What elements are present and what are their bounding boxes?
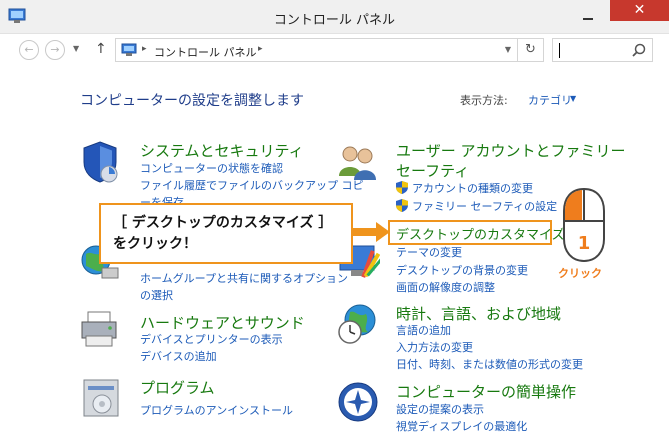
arrow-right-icon [352,222,390,242]
search-input[interactable] [552,38,653,62]
link-add-language[interactable]: 言語の追加 [396,322,451,338]
text-caret [559,43,560,58]
mouse-step-number: 1 [578,233,591,254]
category-appearance-title[interactable]: デスクトップのカスタマイズ [396,224,565,243]
view-by-label: 表示方法: [460,94,508,107]
category-programs[interactable]: プログラム [140,377,215,398]
search-icon[interactable] [632,43,646,57]
minimize-button[interactable] [575,6,601,26]
programs-icon[interactable] [80,376,124,420]
link-add-device[interactable]: デバイスの追加 [140,348,217,364]
link-file-history-backup[interactable]: ファイル履歴でファイルのバックアップ コピ [140,177,364,193]
link-change-account-type[interactable]: アカウントの種類の変更 [412,180,533,196]
link-homegroup-sharing-cont[interactable]: の選択 [140,287,173,303]
category-user-accounts[interactable]: ユーザー アカウントとファミリー [396,140,625,161]
navigation-bar: ← → ▼ ↑ ▸ コントロール パネル ▸ ▼ ↻ [0,34,669,66]
up-button[interactable]: ↑ [95,41,107,57]
forward-button[interactable]: → [45,40,65,60]
link-devices-printers[interactable]: デバイスとプリンターの表示 [140,331,283,347]
link-get-recommendations[interactable]: 設定の提案の表示 [396,401,484,417]
link-change-theme[interactable]: テーマの変更 [396,244,462,260]
ease-of-access-icon[interactable] [336,380,380,424]
breadcrumb-control-panel[interactable]: コントロール パネル [154,44,257,60]
title-bar: コントロール パネル ✕ [0,0,669,34]
link-change-input-method[interactable]: 入力方法の変更 [396,339,473,355]
address-bar[interactable]: ▸ コントロール パネル ▸ ▼ [115,38,518,62]
link-change-date-time-format[interactable]: 日付、時刻、または数値の形式の変更 [396,356,583,372]
close-button[interactable]: ✕ [610,0,669,21]
breadcrumb-separator[interactable]: ▸ [258,44,263,54]
category-clock-language-region[interactable]: 時計、言語、および地域 [396,303,561,324]
uac-shield-icon [396,199,408,212]
uac-shield-icon [396,181,408,194]
recent-locations-dropdown[interactable]: ▼ [73,44,79,53]
window-title: コントロール パネル [273,13,396,28]
page-title: コンピューターの設定を調整します [80,93,304,109]
link-uninstall-program[interactable]: プログラムのアンインストール [140,402,293,418]
category-appearance-personalization[interactable]: デスクトップのカスタマイズ [388,220,565,245]
address-dropdown[interactable]: ▼ [505,45,511,54]
link-check-computer-status[interactable]: コンピューターの状態を確認 [140,160,283,176]
category-hardware-sound[interactable]: ハードウェアとサウンド [140,312,305,333]
clock-globe-icon[interactable] [336,302,380,346]
link-homegroup-sharing[interactable]: ホームグループと共有に関するオプション [140,270,348,286]
back-button[interactable]: ← [19,40,39,60]
shield-icon[interactable] [78,140,122,184]
control-panel-icon [121,43,137,56]
printer-icon[interactable] [78,308,122,352]
category-ease-of-access[interactable]: コンピューターの簡単操作 [396,381,576,402]
click-label: クリック [558,267,602,280]
link-optimize-visual-display[interactable]: 視覚ディスプレイの最適化 [396,418,527,434]
instruction-text: ［ デスクトップのカスタマイズ ］ をクリック！ [113,215,333,252]
mouse-left-click-icon: 1 [563,187,605,263]
category-user-accounts-cont[interactable]: セーフティ [396,160,469,181]
chevron-down-icon[interactable]: ▼ [570,94,576,103]
link-family-safety[interactable]: ファミリー セーフティの設定 [412,198,557,214]
refresh-button[interactable]: ↻ [518,38,544,62]
instruction-callout: ［ デスクトップのカスタマイズ ］ をクリック！ [99,203,353,264]
category-system-security[interactable]: システムとセキュリティ [140,140,304,161]
link-adjust-resolution[interactable]: 画面の解像度の調整 [396,279,495,295]
breadcrumb-separator[interactable]: ▸ [142,44,147,54]
users-icon[interactable] [336,140,380,184]
view-by-dropdown[interactable]: カテゴリ [528,92,572,108]
link-change-desktop-background[interactable]: デスクトップの背景の変更 [396,262,528,278]
